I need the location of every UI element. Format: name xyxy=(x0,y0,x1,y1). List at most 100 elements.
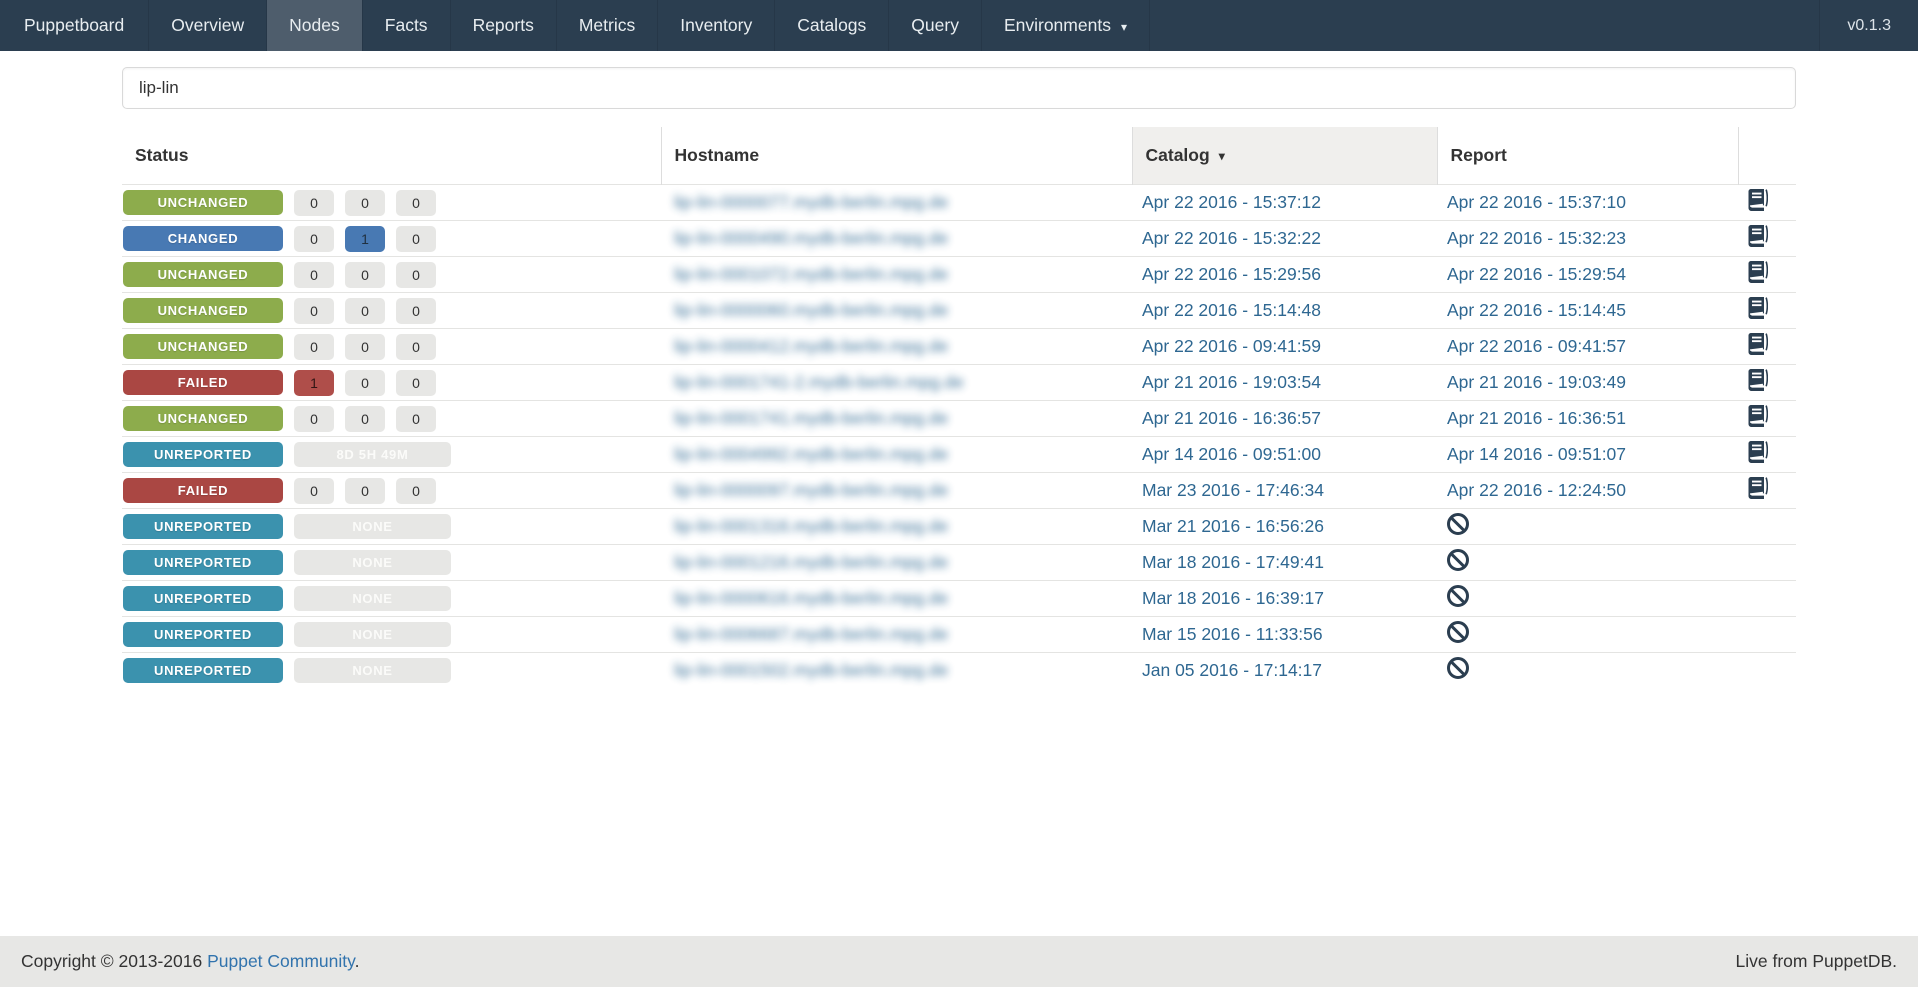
table-row: UNCHANGED 0 0 0 lip-lin-0000060.mydb-berlin… xyxy=(122,292,1796,329)
catalog-timestamp-link[interactable]: Apr 22 2016 - 09:41:59 xyxy=(1142,336,1321,356)
table-row: UNREPORTED NONE lip-lin-0000616.mydb-berl… xyxy=(122,580,1796,617)
report-book-icon[interactable] xyxy=(1748,405,1769,427)
catalog-timestamp-link[interactable]: Apr 22 2016 - 15:37:12 xyxy=(1142,192,1321,212)
report-book-icon[interactable] xyxy=(1748,441,1769,463)
hostname-cell: lip-lin-0001741-2.mydb-berlin.mpg.de xyxy=(661,364,1132,401)
copyright-suffix: . xyxy=(354,951,360,971)
hostname-link[interactable]: lip-lin-0000077.mydb-berlin.mpg.de xyxy=(674,192,948,212)
status-badge: UNCHANGED xyxy=(123,262,283,287)
event-count-box: 0 xyxy=(294,405,334,432)
catalog-timestamp-link[interactable]: Mar 21 2016 - 16:56:26 xyxy=(1142,516,1324,536)
status-badge: UNCHANGED xyxy=(123,406,283,431)
hostname-link[interactable]: lip-lin-0006687.mydb-berlin.mpg.de xyxy=(674,624,948,644)
event-counts: 000 xyxy=(283,405,436,432)
report-icon-cell xyxy=(1738,328,1796,365)
event-count-box: 0 xyxy=(345,189,385,216)
hostname-link[interactable]: lip-lin-0001216.mydb-berlin.mpg.de xyxy=(674,552,948,572)
report-icon-cell xyxy=(1738,220,1796,257)
report-timestamp-link[interactable]: Apr 21 2016 - 16:36:51 xyxy=(1447,408,1626,428)
catalog-timestamp-link[interactable]: Apr 22 2016 - 15:29:56 xyxy=(1142,264,1321,284)
hostname-link[interactable]: lip-lin-0000490.mydb-berlin.mpg.de xyxy=(674,228,948,248)
report-timestamp-link[interactable]: Apr 22 2016 - 09:41:57 xyxy=(1447,336,1626,356)
catalog-timestamp-link[interactable]: Mar 23 2016 - 17:46:34 xyxy=(1142,480,1324,500)
catalog-timestamp-link[interactable]: Jan 05 2016 - 17:14:17 xyxy=(1142,660,1322,680)
table-row: UNCHANGED 0 0 0 lip-lin-0001741.mydb-berlin… xyxy=(122,400,1796,437)
hostname-link[interactable]: lip-lin-0000060.mydb-berlin.mpg.de xyxy=(674,300,948,320)
report-timestamp-link[interactable]: Apr 22 2016 - 15:32:23 xyxy=(1447,228,1626,248)
catalog-timestamp-link[interactable]: Mar 18 2016 - 16:39:17 xyxy=(1142,588,1324,608)
navbar-item-metrics[interactable]: Metrics xyxy=(557,0,659,51)
report-timestamp-link[interactable]: Apr 22 2016 - 15:29:54 xyxy=(1447,264,1626,284)
report-icon-cell xyxy=(1738,580,1796,617)
hostname-link[interactable]: lip-lin-0004992.mydb-berlin.mpg.de xyxy=(674,444,948,464)
navbar-brand[interactable]: Puppetboard xyxy=(0,0,150,51)
report-book-icon[interactable] xyxy=(1748,189,1769,211)
hostname-link[interactable]: lip-lin-0001741-2.mydb-berlin.mpg.de xyxy=(674,372,964,392)
report-timestamp-link[interactable]: Apr 21 2016 - 19:03:49 xyxy=(1447,372,1626,392)
hostname-link[interactable]: lip-lin-0001072.mydb-berlin.mpg.de xyxy=(674,264,948,284)
report-cell xyxy=(1437,616,1738,653)
report-book-icon[interactable] xyxy=(1748,261,1769,283)
navbar-item-facts[interactable]: Facts xyxy=(363,0,451,51)
column-header-catalog[interactable]: Catalog ▾ xyxy=(1131,127,1438,185)
chevron-down-icon: ▾ xyxy=(1120,19,1127,34)
status-cell: UNREPORTED NONE xyxy=(122,580,661,617)
hostname-cell: lip-lin-0001502.mydb-berlin.mpg.de xyxy=(661,652,1132,688)
catalog-timestamp-link[interactable]: Apr 22 2016 - 15:32:22 xyxy=(1142,228,1321,248)
event-count-box: 0 xyxy=(396,369,436,396)
unreported-duration-box: NONE xyxy=(294,586,451,611)
catalog-timestamp-link[interactable]: Mar 18 2016 - 17:49:41 xyxy=(1142,552,1324,572)
navbar-item-reports[interactable]: Reports xyxy=(451,0,557,51)
navbar-item-overview[interactable]: Overview xyxy=(149,0,268,51)
status-cell: UNREPORTED NONE xyxy=(122,544,661,581)
hostname-link[interactable]: lip-lin-0000097.mydb-berlin.mpg.de xyxy=(674,480,948,500)
report-cell: Apr 21 2016 - 16:36:51 xyxy=(1437,400,1738,437)
column-header-hostname[interactable]: Hostname xyxy=(660,127,1132,185)
hostname-link[interactable]: lip-lin-0001316.mydb-berlin.mpg.de xyxy=(674,516,948,536)
status-cell: FAILED 1 0 0 xyxy=(122,364,661,401)
report-timestamp-link[interactable]: Apr 22 2016 - 15:37:10 xyxy=(1447,192,1626,212)
hostname-cell: lip-lin-0004992.mydb-berlin.mpg.de xyxy=(661,436,1132,473)
report-timestamp-link[interactable]: Apr 22 2016 - 12:24:50 xyxy=(1447,480,1626,500)
navbar-item-environments[interactable]: Environments ▾ xyxy=(982,0,1150,51)
navbar-item-query[interactable]: Query xyxy=(889,0,982,51)
report-book-icon[interactable] xyxy=(1748,333,1769,355)
column-header-report[interactable]: Report xyxy=(1437,127,1738,185)
report-book-icon[interactable] xyxy=(1748,297,1769,319)
catalog-timestamp-link[interactable]: Apr 21 2016 - 16:36:57 xyxy=(1142,408,1321,428)
status-badge: UNCHANGED xyxy=(123,190,283,215)
report-timestamp-link[interactable]: Apr 14 2016 - 09:51:07 xyxy=(1447,444,1626,464)
status-badge: FAILED xyxy=(123,478,283,503)
event-counts: 000 xyxy=(283,261,436,288)
catalog-timestamp-link[interactable]: Apr 14 2016 - 09:51:00 xyxy=(1142,444,1321,464)
catalog-timestamp-link[interactable]: Apr 22 2016 - 15:14:48 xyxy=(1142,300,1321,320)
event-count-box: 0 xyxy=(345,405,385,432)
no-report-ban-icon xyxy=(1447,585,1469,607)
report-book-icon[interactable] xyxy=(1748,369,1769,391)
hostname-link[interactable]: lip-lin-0001741.mydb-berlin.mpg.de xyxy=(674,408,948,428)
hostname-link[interactable]: lip-lin-0000616.mydb-berlin.mpg.de xyxy=(674,588,948,608)
hostname-link[interactable]: lip-lin-0000412.mydb-berlin.mpg.de xyxy=(674,336,948,356)
catalog-timestamp-link[interactable]: Mar 15 2016 - 11:33:56 xyxy=(1142,624,1323,644)
navbar-item-nodes[interactable]: Nodes xyxy=(267,0,363,51)
catalog-cell: Jan 05 2016 - 17:14:17 xyxy=(1132,652,1437,688)
event-counts: 000 xyxy=(283,297,436,324)
event-count-box: 0 xyxy=(345,369,385,396)
navbar: Puppetboard Overview Nodes Facts Reports… xyxy=(0,0,1918,51)
navbar-item-inventory[interactable]: Inventory xyxy=(658,0,776,51)
report-book-icon[interactable] xyxy=(1748,477,1769,499)
report-timestamp-link[interactable]: Apr 22 2016 - 15:14:45 xyxy=(1447,300,1626,320)
event-count-box: 0 xyxy=(396,477,436,504)
catalog-timestamp-link[interactable]: Apr 21 2016 - 19:03:54 xyxy=(1142,372,1321,392)
column-header-status[interactable]: Status xyxy=(122,127,661,185)
report-book-icon[interactable] xyxy=(1748,225,1769,247)
report-icon-cell xyxy=(1738,292,1796,329)
puppet-community-link[interactable]: Puppet Community xyxy=(207,951,355,971)
report-cell: Apr 22 2016 - 15:14:45 xyxy=(1437,292,1738,329)
report-cell xyxy=(1437,580,1738,617)
navbar-item-catalogs[interactable]: Catalogs xyxy=(775,0,890,51)
hostname-link[interactable]: lip-lin-0001502.mydb-berlin.mpg.de xyxy=(674,660,948,680)
node-search-input[interactable] xyxy=(122,67,1796,109)
status-cell: UNCHANGED 0 0 0 xyxy=(122,256,661,293)
no-report-ban-icon xyxy=(1447,657,1469,679)
